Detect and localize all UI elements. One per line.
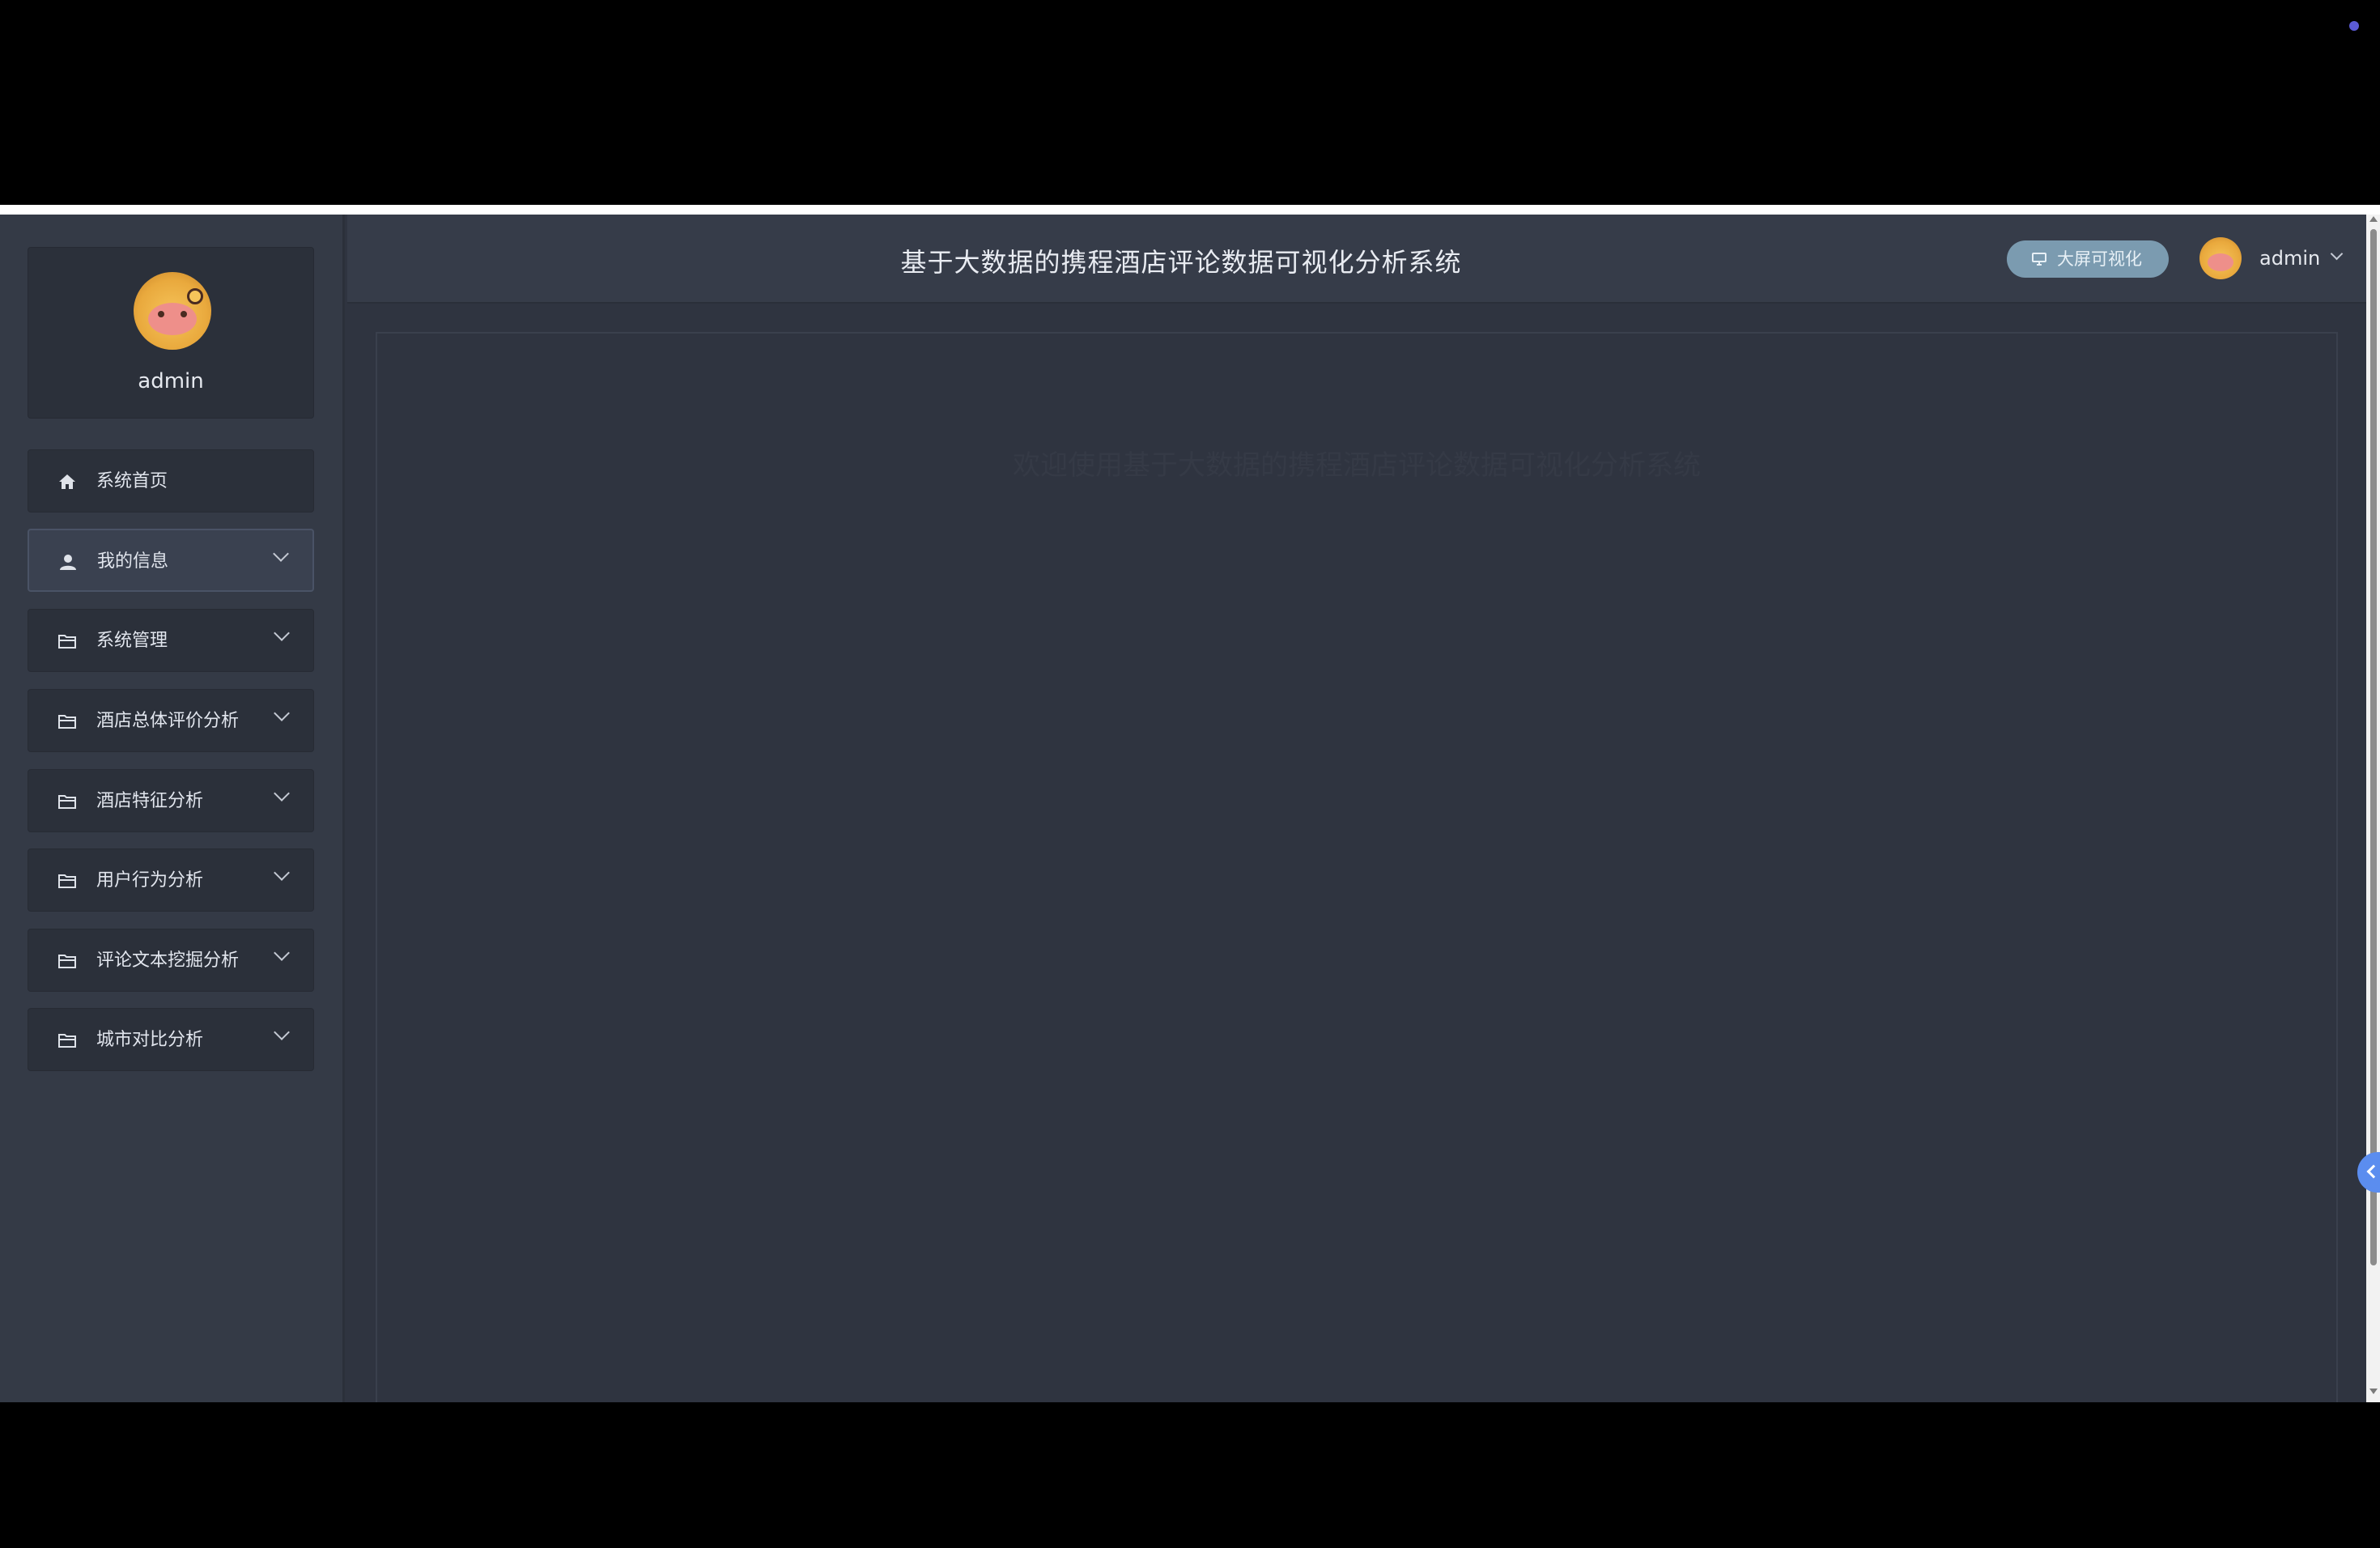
folder-icon [58, 715, 76, 729]
avatar[interactable] [2199, 237, 2242, 279]
welcome-heading: 欢迎使用基于大数据的携程酒店评论数据可视化分析系统 [1013, 449, 1701, 482]
sidebar-item-label: 酒店特征分析 [96, 791, 204, 811]
screen: admin 系统首页 我的信息 系统管理 酒店总体评价分析 酒店特征分析 用户行… [0, 0, 2380, 1548]
top-divider [0, 205, 2380, 215]
profile-card: admin [28, 247, 314, 419]
bigscreen-button[interactable]: 大屏可视化 [2007, 240, 2169, 278]
chevron-down-icon [273, 546, 289, 562]
sidebar-item-label: 系统首页 [96, 471, 168, 491]
collapse-panel-button[interactable] [2357, 1152, 2380, 1193]
sidebar-item-label: 评论文本挖掘分析 [96, 950, 240, 971]
scroll-down-icon[interactable] [2369, 1389, 2378, 1394]
sidebar-item-city-compare[interactable]: 城市对比分析 [28, 1008, 314, 1071]
user-menu-name[interactable]: admin [2259, 247, 2320, 270]
sidebar-item-label: 酒店总体评价分析 [96, 711, 240, 731]
folder-icon [58, 955, 76, 968]
home-icon [59, 474, 75, 489]
sidebar-item-my-info[interactable]: 我的信息 [28, 529, 314, 592]
chevron-down-icon [274, 785, 290, 802]
folder-icon [58, 635, 76, 649]
chevron-down-icon [274, 865, 290, 881]
main-content: 欢迎使用基于大数据的携程酒店评论数据可视化分析系统 [376, 332, 2338, 1402]
sidebar-item-home[interactable]: 系统首页 [28, 449, 314, 512]
sidebar-item-text-mining[interactable]: 评论文本挖掘分析 [28, 929, 314, 992]
folder-icon [58, 795, 76, 809]
sidebar-item-user-behavior[interactable]: 用户行为分析 [28, 848, 314, 912]
sidebar-item-hotel-features[interactable]: 酒店特征分析 [28, 769, 314, 832]
sidebar-item-label: 用户行为分析 [96, 870, 204, 891]
status-dot [2349, 21, 2359, 31]
scrollbar-thumb[interactable] [2370, 229, 2377, 1265]
monitor-icon [2032, 253, 2046, 266]
chevron-down-icon[interactable] [2330, 247, 2344, 261]
app-window: admin 系统首页 我的信息 系统管理 酒店总体评价分析 酒店特征分析 用户行… [0, 215, 2380, 1402]
page-title: 基于大数据的携程酒店评论数据可视化分析系统 [900, 247, 1462, 278]
sidebar-item-label: 我的信息 [97, 551, 169, 572]
sidebar-item-label: 系统管理 [96, 631, 168, 651]
user-icon [60, 555, 76, 570]
sidebar-item-hotel-overall[interactable]: 酒店总体评价分析 [28, 689, 314, 752]
bigscreen-button-label: 大屏可视化 [2057, 249, 2142, 269]
sidebar: admin 系统首页 我的信息 系统管理 酒店总体评价分析 酒店特征分析 用户行… [0, 215, 345, 1402]
chevron-down-icon [274, 1024, 290, 1040]
chevron-left-icon [2366, 1164, 2380, 1179]
chevron-down-icon [274, 945, 290, 961]
top-header: 基于大数据的携程酒店评论数据可视化分析系统 大屏可视化 admin [347, 215, 2366, 304]
chevron-down-icon [274, 625, 290, 641]
folder-icon [58, 874, 76, 888]
sidebar-item-system-admin[interactable]: 系统管理 [28, 609, 314, 672]
folder-icon [58, 1034, 76, 1048]
profile-avatar[interactable] [134, 272, 211, 350]
profile-name: admin [138, 369, 204, 393]
chevron-down-icon [274, 705, 290, 721]
scroll-up-icon[interactable] [2369, 216, 2378, 222]
sidebar-item-label: 城市对比分析 [96, 1030, 204, 1050]
